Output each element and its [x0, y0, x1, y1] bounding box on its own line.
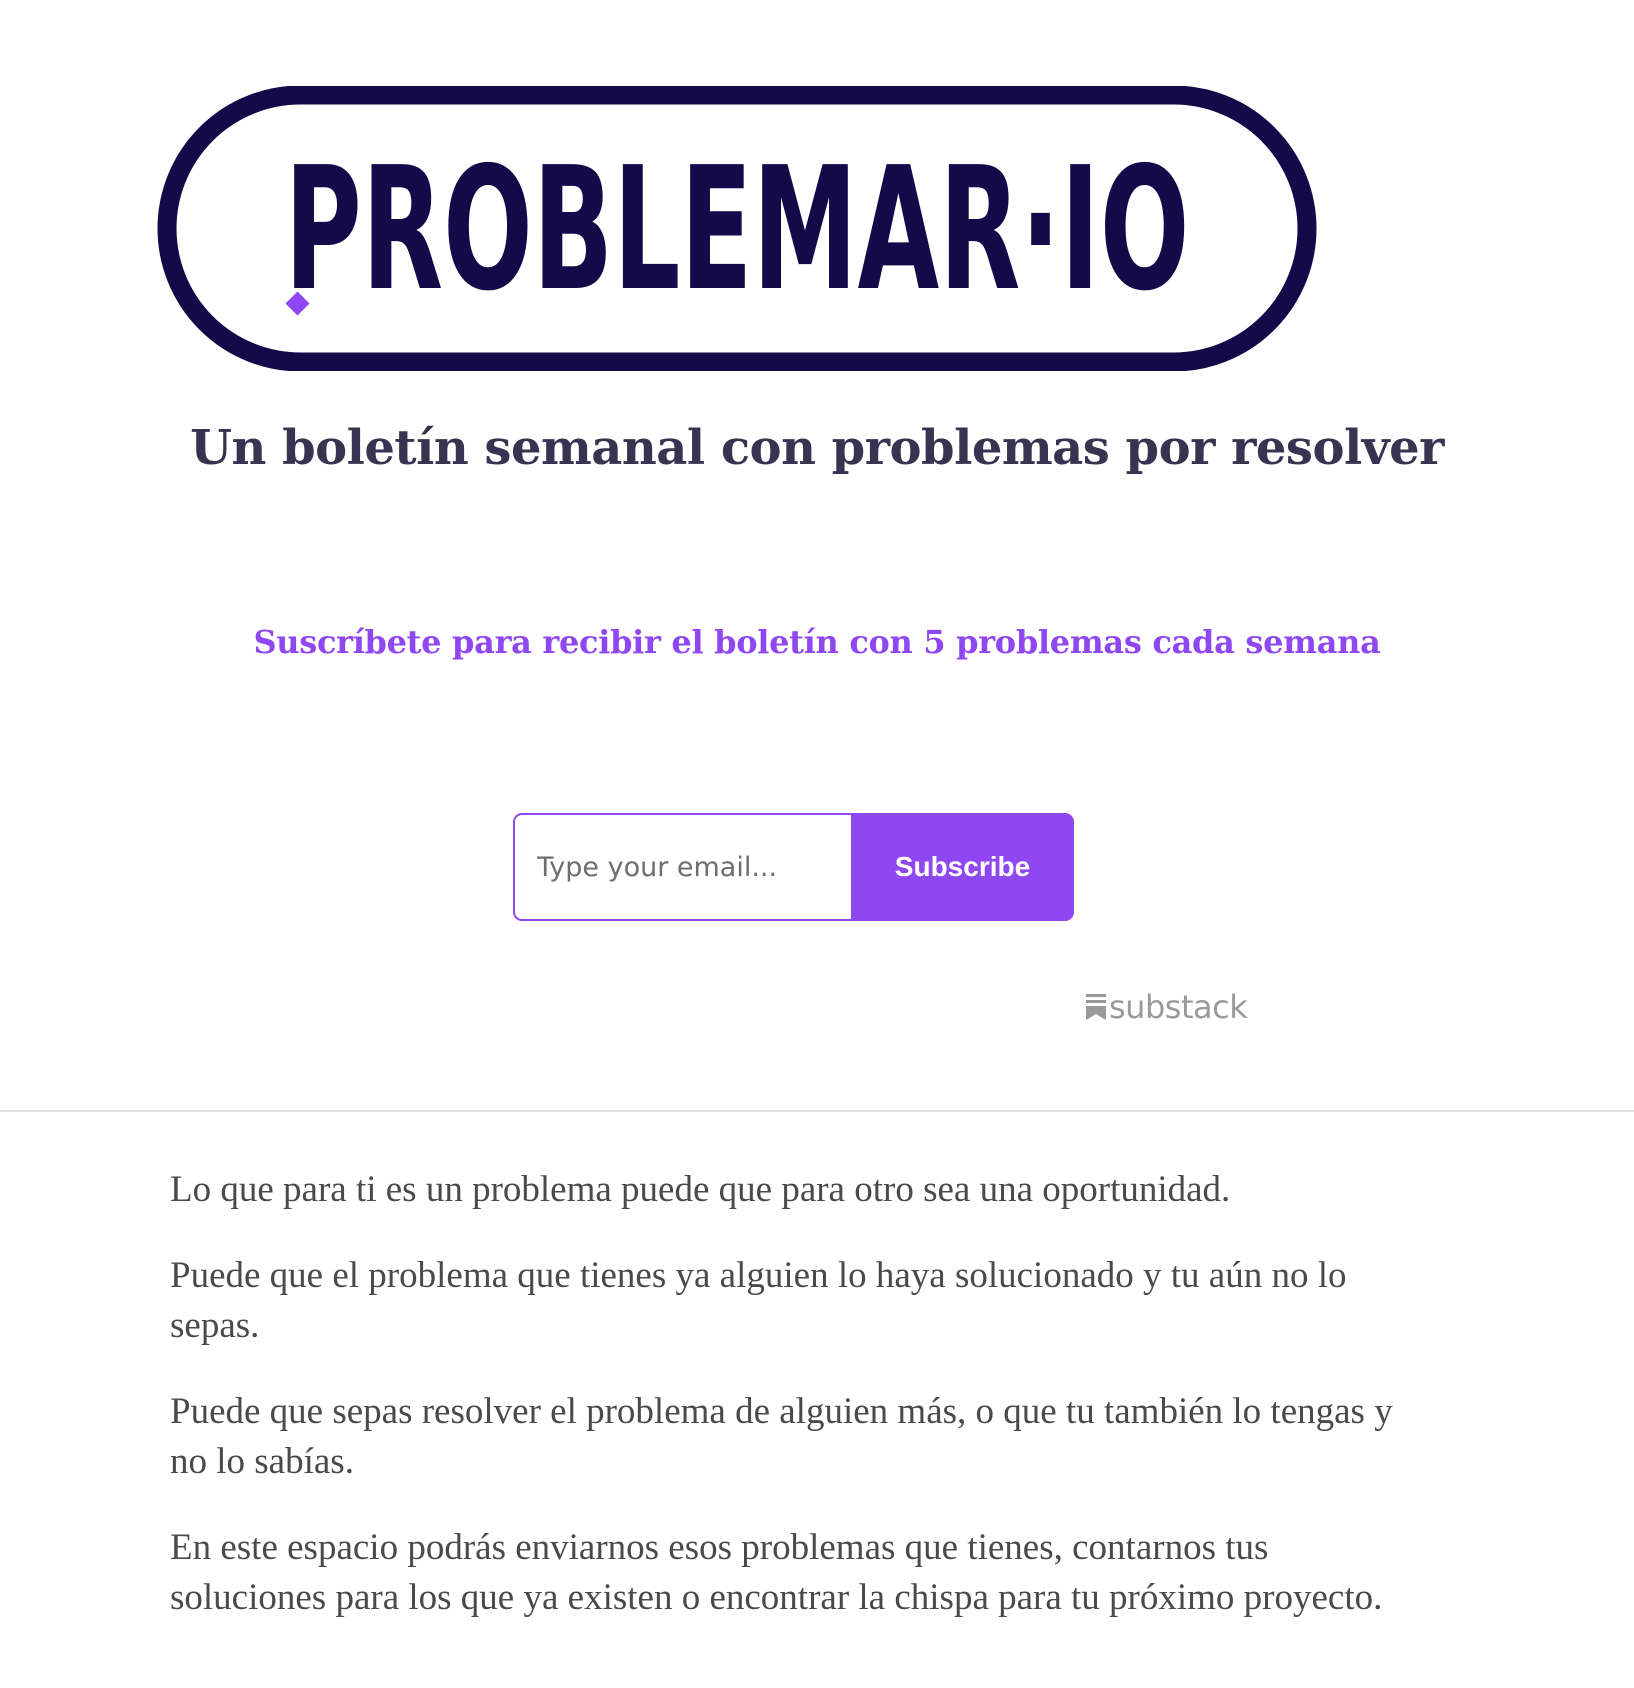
section-divider — [0, 1110, 1634, 1112]
page-title: Un boletín semanal con problemas por res… — [190, 420, 1444, 476]
substack-icon — [1086, 994, 1106, 1020]
intro-paragraph: Puede que sepas resolver el problema de … — [170, 1391, 1393, 1482]
intro-paragraph: Puede que el problema que tienes ya algu… — [170, 1255, 1347, 1346]
intro-text: Lo que para ti es un problema puede que … — [170, 1165, 1410, 1659]
substack-label: substack — [1109, 988, 1248, 1026]
intro-paragraph: En este espacio podrás enviarnos esos pr… — [170, 1527, 1383, 1618]
email-input[interactable] — [513, 813, 851, 921]
intro-paragraph: Lo que para ti es un problema puede que … — [170, 1169, 1231, 1210]
logo-graphic: PROBLEMAR·IO — [157, 86, 1317, 371]
substack-link[interactable]: substack — [1086, 985, 1248, 1029]
subscribe-button[interactable]: Subscribe — [851, 813, 1074, 921]
subscribe-form: Subscribe — [513, 813, 1074, 921]
subscribe-cta: Suscríbete para recibir el boletín con 5… — [253, 623, 1381, 661]
brand-logo: PROBLEMAR·IO — [157, 86, 1317, 371]
logo-wordmark: PROBLEMAR·IO — [285, 131, 1190, 329]
